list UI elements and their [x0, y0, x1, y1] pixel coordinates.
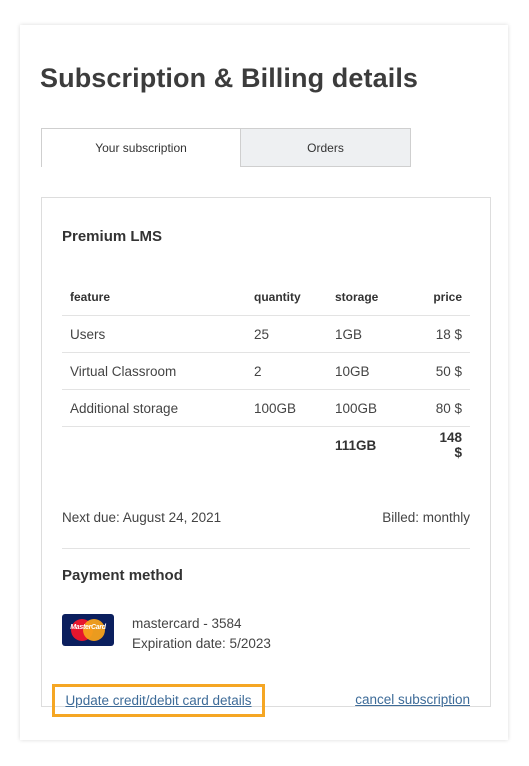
storage-cell: 10GB [327, 352, 421, 390]
table-total-row: 111GB 148 $ [62, 426, 470, 463]
total-price-cell: 148 $ [421, 426, 470, 463]
quantity-cell: 100GB [246, 389, 327, 427]
card-label: mastercard - 3584 [132, 616, 242, 631]
subscription-panel: Premium LMS feature quantity storage pri… [41, 197, 491, 717]
plan-title: Premium LMS [62, 228, 163, 245]
billing-cycle-text: Billed: monthly [382, 510, 470, 525]
mastercard-logo-text: MasterCard [70, 624, 106, 631]
column-header-storage: storage [335, 290, 379, 304]
column-header-price: price [433, 290, 462, 304]
tab-your-subscription[interactable]: Your subscription [41, 128, 241, 167]
tab-orders[interactable]: Orders [241, 128, 411, 167]
next-due-text: Next due: August 24, 2021 [62, 510, 222, 525]
tab-bar: Your subscription Orders [41, 128, 411, 167]
card-expiration: Expiration date: 5/2023 [132, 636, 271, 651]
table-header-row: feature quantity storage price [62, 279, 470, 316]
storage-cell: 1GB [327, 315, 421, 353]
quantity-cell: 2 [246, 352, 327, 390]
features-table: feature quantity storage price Users 25 … [62, 279, 470, 463]
price-cell: 80 $ [421, 389, 470, 427]
column-header-quantity: quantity [254, 290, 301, 304]
quantity-cell: 25 [246, 315, 327, 353]
update-card-highlight: Update credit/debit card details [52, 684, 265, 717]
column-header-feature: feature [70, 290, 111, 304]
table-row: Virtual Classroom 2 10GB 50 $ [62, 352, 470, 390]
table-row: Users 25 1GB 18 $ [62, 315, 470, 353]
divider [62, 548, 470, 549]
payment-method-title: Payment method [62, 567, 183, 584]
cancel-subscription-link[interactable]: cancel subscription [355, 692, 470, 707]
feature-cell: Virtual Classroom [62, 352, 246, 390]
total-storage-cell: 111GB [327, 426, 421, 463]
price-cell: 18 $ [421, 315, 470, 353]
update-card-link[interactable]: Update credit/debit card details [65, 693, 251, 708]
mastercard-logo-icon: MasterCard [62, 614, 114, 646]
subscription-card: Subscription & Billing details Your subs… [20, 25, 508, 740]
price-cell: 50 $ [421, 352, 470, 390]
card-info: mastercard - 3584 Expiration date: 5/202… [132, 614, 271, 654]
total-empty-cell [62, 426, 246, 463]
table-row: Additional storage 100GB 100GB 80 $ [62, 389, 470, 427]
storage-cell: 100GB [327, 389, 421, 427]
billing-info: Next due: August 24, 2021 Billed: monthl… [62, 510, 470, 525]
feature-cell: Users [62, 315, 246, 353]
page-title: Subscription & Billing details [40, 63, 419, 93]
feature-cell: Additional storage [62, 389, 246, 427]
total-empty-cell [246, 426, 327, 463]
